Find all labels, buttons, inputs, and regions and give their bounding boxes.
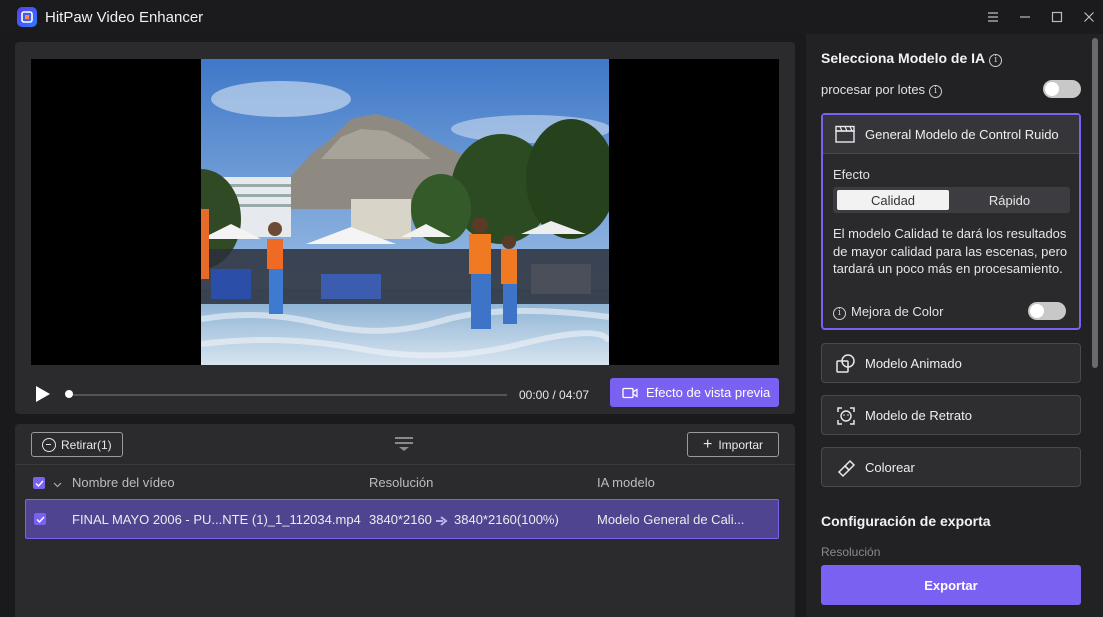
color-enhance-label: Mejora de Color [851, 304, 944, 319]
model-description: El modelo Calidad te dará los resultados… [833, 226, 1068, 276]
video-player[interactable] [31, 59, 779, 365]
preview-effect-button[interactable]: Efecto de vista previa [610, 378, 779, 407]
maximize-icon[interactable] [1048, 8, 1066, 26]
model-card-title: General Modelo de Control Ruido [865, 127, 1059, 142]
info-icon[interactable]: i [929, 85, 943, 98]
info-icon[interactable]: i [833, 307, 846, 320]
play-button[interactable] [35, 385, 51, 403]
export-section-title: Configuración de exporta [821, 513, 991, 529]
row-resolution-from: 3840*2160 [369, 512, 432, 527]
preview-effect-label: Efecto de vista previa [646, 385, 771, 400]
video-camera-icon [622, 387, 638, 398]
color-enhance-toggle[interactable] [1028, 302, 1066, 320]
close-icon[interactable] [1080, 8, 1098, 26]
collapse-handle-icon[interactable] [394, 436, 414, 452]
file-list-panel: Retirar(1) + Importar Nombre del vídeo R… [15, 424, 795, 617]
table-row[interactable]: FINAL MAYO 2006 - PU...NTE (1)_1_112034.… [25, 499, 779, 539]
select-all-checkbox[interactable] [33, 477, 45, 489]
model-card-header[interactable]: General Modelo de Control Ruido [823, 115, 1079, 154]
effect-option-quality[interactable]: Calidad [837, 190, 949, 210]
divider [15, 464, 795, 465]
row-ai-model: Modelo General de Cali... [597, 512, 745, 527]
model-option-label: Modelo Animado [865, 356, 962, 371]
row-file-name: FINAL MAYO 2006 - PU...NTE (1)_1_112034.… [72, 512, 361, 527]
export-resolution-label: Resolución [821, 545, 881, 559]
row-checkbox[interactable] [34, 513, 46, 525]
model-option-label: Modelo de Retrato [865, 408, 972, 423]
minimize-icon[interactable] [1016, 8, 1034, 26]
model-card-general-denoise[interactable]: General Modelo de Control Ruido Efecto C… [821, 113, 1081, 330]
minus-circle-icon [42, 437, 56, 452]
window-title: HitPaw Video Enhancer [45, 9, 204, 26]
arrow-right-icon [436, 514, 448, 529]
batch-label: procesar por lotes [821, 82, 926, 97]
model-option-label: Colorear [865, 460, 915, 475]
row-resolution-to: 3840*2160(100%) [454, 512, 559, 527]
settings-scrollbar[interactable] [1091, 34, 1099, 369]
colorize-icon [835, 457, 857, 479]
import-label: Importar [718, 437, 764, 452]
header-video-name[interactable]: Nombre del vídeo [72, 475, 175, 490]
effect-label: Efecto [833, 167, 870, 182]
import-button[interactable]: + Importar [687, 432, 779, 457]
title-bar: HitPaw Video Enhancer [0, 0, 1103, 34]
batch-toggle[interactable] [1043, 80, 1081, 98]
effect-option-fast[interactable]: Rápido [953, 190, 1066, 210]
video-frame-image [201, 59, 609, 365]
model-option-colorize[interactable]: Colorear [821, 447, 1081, 487]
seek-bar[interactable] [67, 394, 507, 396]
preview-panel: 00:00 / 04:07 Efecto de vista previa [15, 42, 795, 414]
header-ai-model[interactable]: IA modelo [597, 475, 655, 490]
info-icon[interactable]: i [989, 54, 1003, 67]
plus-icon: + [702, 435, 713, 453]
scrollbar-thumb[interactable] [1092, 38, 1098, 368]
remove-label: Retirar(1) [61, 437, 112, 452]
header-resolution[interactable]: Resolución [369, 475, 433, 490]
ai-model-title-text: Selecciona Modelo de IA [821, 50, 986, 66]
menu-icon[interactable] [984, 8, 1002, 26]
seek-thumb[interactable] [65, 390, 73, 398]
face-icon [835, 405, 857, 427]
remove-button[interactable]: Retirar(1) [31, 432, 123, 457]
effect-segmented-control: Calidad Rápido [833, 187, 1070, 213]
clapperboard-icon [835, 125, 855, 146]
app-logo-icon [17, 7, 37, 27]
chevron-down-icon[interactable] [53, 477, 62, 492]
model-option-portrait[interactable]: Modelo de Retrato [821, 395, 1081, 435]
toggle-knob [1045, 82, 1059, 96]
color-enhance-row: i Mejora de Color [833, 304, 944, 320]
batch-processing-row: procesar por lotes i [821, 82, 943, 98]
model-option-animation[interactable]: Modelo Animado [821, 343, 1081, 383]
export-button[interactable]: Exportar [821, 565, 1081, 605]
time-display: 00:00 / 04:07 [519, 388, 590, 402]
toggle-knob [1030, 304, 1044, 318]
ai-model-section-title: Selecciona Modelo de IA i [821, 50, 1003, 67]
animation-icon [835, 353, 857, 375]
